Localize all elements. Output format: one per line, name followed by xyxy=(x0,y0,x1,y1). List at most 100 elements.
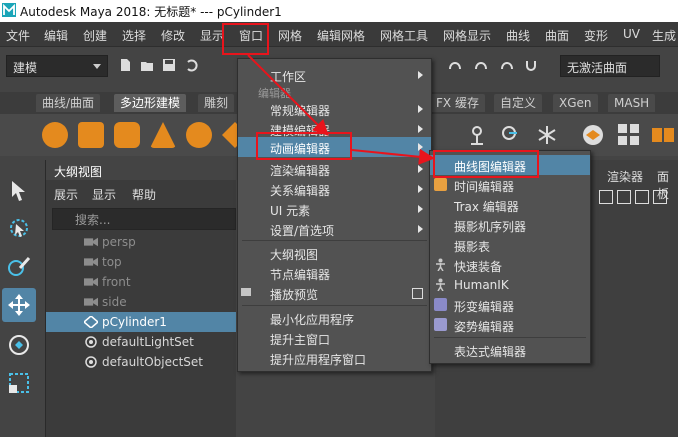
outliner-row-defaultlightset[interactable]: defaultLightSet xyxy=(46,332,236,352)
menu-mesh-tools[interactable]: 网格工具 xyxy=(380,27,428,44)
snap-view-icon[interactable] xyxy=(500,58,514,72)
layout-icon[interactable] xyxy=(653,190,667,204)
mash-network-icon[interactable] xyxy=(580,122,606,148)
menu-item-playblast[interactable]: 播放预览 xyxy=(238,283,431,303)
menu-item-quick-rig[interactable]: 快速装备 xyxy=(430,255,590,275)
menu-modify[interactable]: 修改 xyxy=(161,27,185,44)
viewport-menu-renderer[interactable]: 渲染器 xyxy=(607,168,643,185)
submenu-arrow-icon xyxy=(418,143,423,151)
rotate-tool-icon[interactable] xyxy=(6,332,32,358)
menu-curves[interactable]: 曲线 xyxy=(506,27,530,44)
layout-icon[interactable] xyxy=(635,190,649,204)
open-scene-icon[interactable] xyxy=(140,58,154,72)
outliner-row-persp[interactable]: persp xyxy=(46,232,236,252)
menu-item-shape-editor[interactable]: 形变编辑器 xyxy=(430,295,590,315)
move-tool-icon[interactable] xyxy=(6,292,32,318)
outliner-search[interactable]: 搜索... xyxy=(52,208,236,230)
menu-item-label: 工作区 xyxy=(270,70,307,84)
menu-item-ui-elements[interactable]: UI 元素 xyxy=(238,199,431,219)
timer-icon[interactable] xyxy=(498,122,524,148)
outliner-menu-display[interactable]: 显示 xyxy=(92,186,116,203)
poly-sphere-icon[interactable] xyxy=(42,122,68,148)
poly-cone-icon[interactable] xyxy=(150,122,176,148)
menu-item-minimize-app[interactable]: 最小化应用程序 xyxy=(238,308,431,328)
locator-icon[interactable] xyxy=(464,122,490,148)
outliner-row-pcylinder1[interactable]: pCylinder1 xyxy=(46,312,236,332)
mode-dropdown[interactable]: 建模 xyxy=(6,55,108,77)
lasso-tool-icon[interactable] xyxy=(6,216,32,242)
paint-select-icon[interactable] xyxy=(6,254,32,280)
camera-icon xyxy=(84,257,98,267)
poly-cylinder-icon[interactable] xyxy=(114,122,140,148)
menu-item-workspaces[interactable]: 工作区 xyxy=(238,65,431,85)
live-surface-field[interactable]: 无激活曲面 xyxy=(560,55,660,77)
menu-item-label: Trax 编辑器 xyxy=(454,200,519,214)
mash-blocks-icon[interactable] xyxy=(650,122,676,148)
menu-create[interactable]: 创建 xyxy=(83,27,107,44)
outliner-row-label: front xyxy=(102,275,131,289)
menu-deform[interactable]: 变形 xyxy=(584,27,608,44)
undo-icon[interactable] xyxy=(184,58,198,72)
menu-item-camera-sequencer[interactable]: 摄影机序列器 xyxy=(430,215,590,235)
tab-mash[interactable]: MASH xyxy=(608,94,656,112)
menu-item-outliner[interactable]: 大纲视图 xyxy=(238,243,431,263)
outliner-row-defaultobjectset[interactable]: defaultObjectSet xyxy=(46,352,236,372)
menu-item-dope-sheet[interactable]: 摄影表 xyxy=(430,235,590,255)
menu-mesh-display[interactable]: 网格显示 xyxy=(443,27,491,44)
outliner-menu-show[interactable]: 展示 xyxy=(54,186,78,203)
outliner-row-side[interactable]: side xyxy=(46,292,236,312)
poly-torus-icon[interactable] xyxy=(186,122,212,148)
tab-fx-caching[interactable]: FX 缓存 xyxy=(430,94,485,112)
option-box-icon[interactable] xyxy=(412,288,423,299)
menu-item-raise-app-windows[interactable]: 提升应用程序窗口 xyxy=(238,348,431,368)
menu-item-trax-editor[interactable]: Trax 编辑器 xyxy=(430,195,590,215)
menu-item-label: 常规编辑器 xyxy=(270,104,331,118)
menu-generate[interactable]: 生成 xyxy=(652,27,676,44)
poly-cube-icon[interactable] xyxy=(78,122,104,148)
menu-select[interactable]: 选择 xyxy=(122,27,146,44)
window-title: Autodesk Maya 2018: 无标题* --- pCylinder1 xyxy=(20,5,282,19)
outliner-search-placeholder: 搜索... xyxy=(75,213,111,227)
outliner-row-top[interactable]: top xyxy=(46,252,236,272)
menu-item-pose-editor[interactable]: 姿势编辑器 xyxy=(430,315,590,335)
chevron-down-icon xyxy=(93,64,101,69)
menu-surfaces[interactable]: 曲面 xyxy=(545,27,569,44)
select-tool-icon[interactable] xyxy=(6,178,32,204)
menu-uv[interactable]: UV xyxy=(623,27,640,41)
menu-item-relationship-editors[interactable]: 关系编辑器 xyxy=(238,179,431,199)
save-scene-icon[interactable] xyxy=(162,58,176,72)
menu-mesh[interactable]: 网格 xyxy=(278,27,302,44)
menu-display[interactable]: 显示 xyxy=(200,27,224,44)
menu-item-raise-main-window[interactable]: 提升主窗口 xyxy=(238,328,431,348)
menu-item-settings-preferences[interactable]: 设置/首选项 xyxy=(238,219,431,239)
scale-tool-icon[interactable] xyxy=(6,370,32,396)
menu-edit[interactable]: 编辑 xyxy=(44,27,68,44)
submenu-arrow-icon xyxy=(418,71,423,79)
mash-grid-icon[interactable] xyxy=(616,122,642,148)
snowflake-icon[interactable] xyxy=(534,122,560,148)
grid-icon[interactable] xyxy=(599,190,613,204)
tab-custom[interactable]: 自定义 xyxy=(494,94,543,112)
outliner-row-front[interactable]: front xyxy=(46,272,236,292)
new-scene-icon[interactable] xyxy=(118,58,132,72)
tab-sculpting[interactable]: 雕刻 xyxy=(198,94,235,112)
window-menu: 工作区 编辑器 常规编辑器 建模编辑器 动画编辑器 渲染编辑器 关系编辑器 UI… xyxy=(237,58,432,372)
menu-item-label: 提升应用程序窗口 xyxy=(270,353,367,367)
menu-item-node-editor[interactable]: 节点编辑器 xyxy=(238,263,431,283)
tab-xgen[interactable]: XGen xyxy=(553,94,598,112)
menu-edit-mesh[interactable]: 编辑网格 xyxy=(317,27,365,44)
tab-curves-surfaces[interactable]: 曲线/曲面 xyxy=(36,94,101,112)
outliner-menu-help[interactable]: 帮助 xyxy=(132,186,156,203)
menu-item-time-editor[interactable]: 时间编辑器 xyxy=(430,175,590,195)
menu-item-humanik[interactable]: HumanIK xyxy=(430,275,590,295)
snap-curve-icon[interactable] xyxy=(448,58,462,72)
menu-file[interactable]: 文件 xyxy=(6,27,30,44)
tab-poly-modeling[interactable]: 多边形建模 xyxy=(114,94,187,112)
menu-separator xyxy=(242,305,427,306)
menu-item-general-editors[interactable]: 常规编辑器 xyxy=(238,99,431,119)
snap-point-icon[interactable] xyxy=(474,58,488,72)
layout-icon[interactable] xyxy=(617,190,631,204)
menu-item-expression-editor[interactable]: 表达式编辑器 xyxy=(430,340,590,360)
magnet-icon[interactable] xyxy=(524,58,538,72)
menu-item-rendering-editors[interactable]: 渲染编辑器 xyxy=(238,159,431,179)
